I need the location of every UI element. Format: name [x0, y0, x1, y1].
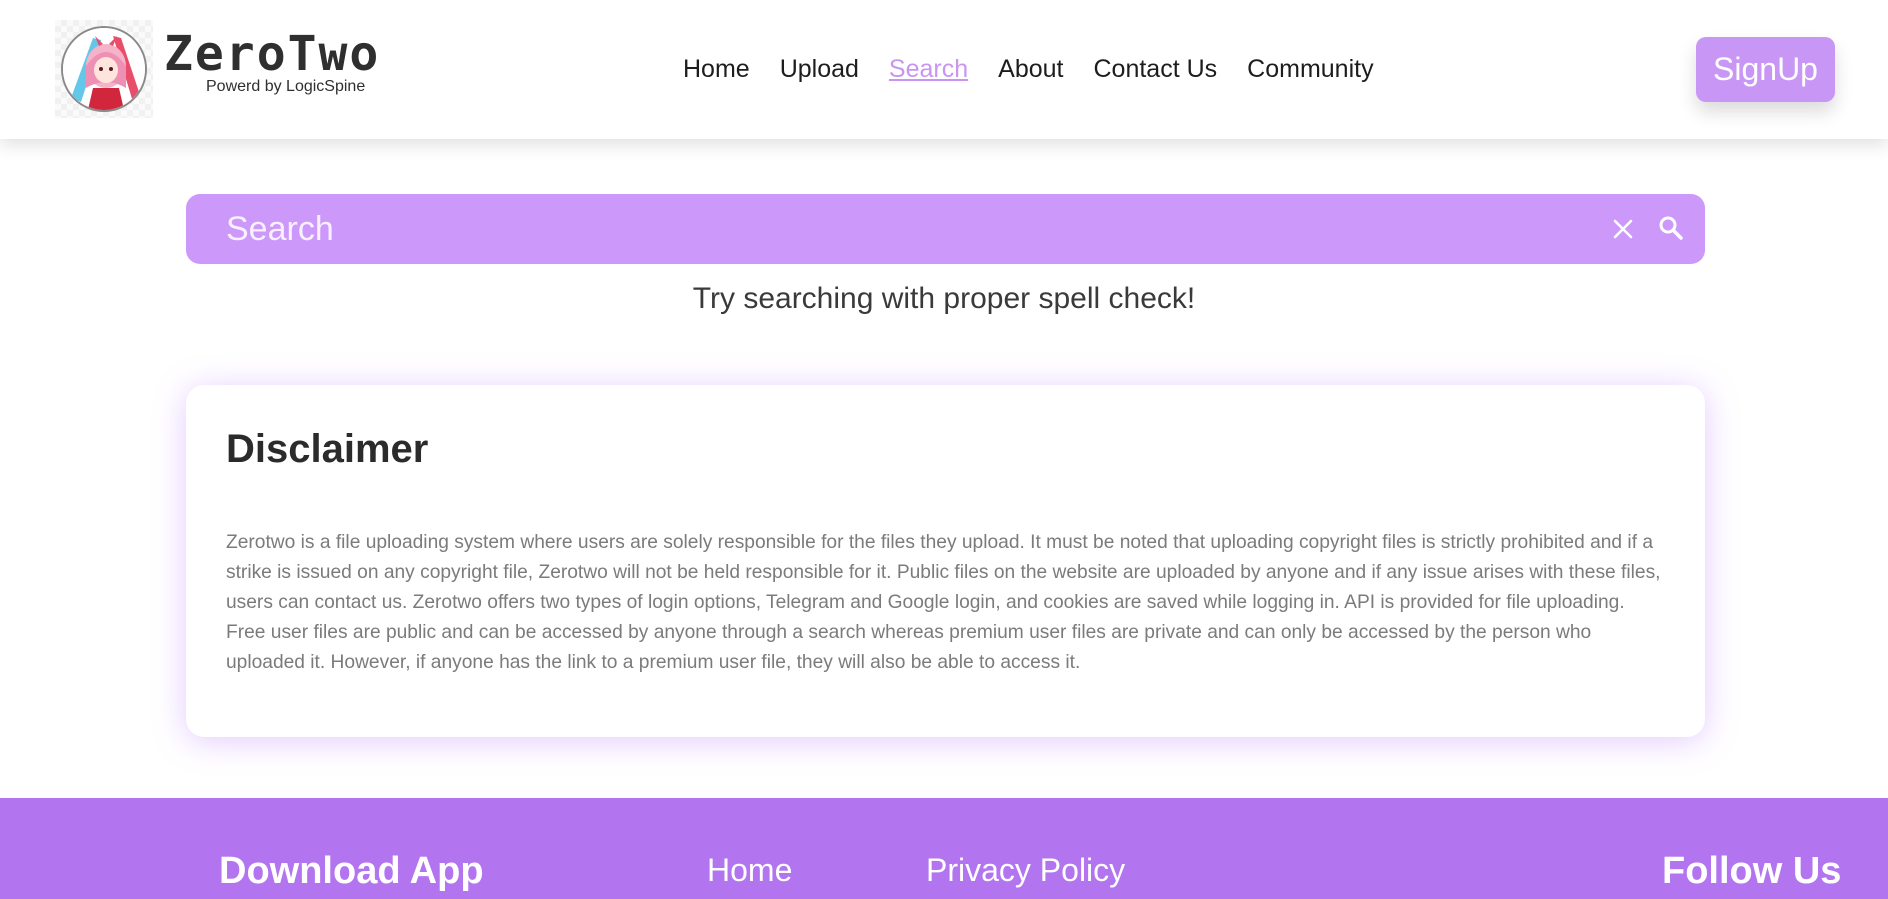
- nav-home[interactable]: Home: [683, 52, 750, 86]
- brand-logo[interactable]: [55, 20, 153, 118]
- search-icon[interactable]: [1654, 211, 1688, 245]
- disclaimer-card: Disclaimer Zerotwo is a file uploading s…: [186, 385, 1705, 737]
- footer-follow-title: Follow Us: [1662, 850, 1842, 892]
- search-bar: [186, 194, 1705, 264]
- footer-link-privacy-policy[interactable]: Privacy Policy: [926, 852, 1125, 889]
- footer-download-title: Download App: [219, 850, 484, 892]
- main-nav: Home Upload Search About Contact Us Comm…: [683, 52, 1404, 86]
- signup-button[interactable]: SignUp: [1696, 37, 1835, 102]
- nav-community[interactable]: Community: [1247, 52, 1373, 86]
- avatar-logo-icon: [61, 26, 147, 112]
- nav-about[interactable]: About: [998, 52, 1063, 86]
- nav-upload[interactable]: Upload: [780, 52, 859, 86]
- site-header: ZeroTwo Powerd by LogicSpine Home Upload…: [0, 0, 1888, 139]
- search-input[interactable]: [224, 204, 1554, 254]
- nav-search[interactable]: Search: [889, 52, 968, 86]
- brand-subtitle: Powerd by LogicSpine: [206, 78, 366, 95]
- brand-title: ZeroTwo: [164, 26, 381, 82]
- disclaimer-title: Disclaimer: [226, 427, 429, 471]
- footer-link-home[interactable]: Home: [707, 852, 792, 889]
- disclaimer-body: Zerotwo is a file uploading system where…: [226, 532, 1661, 673]
- site-footer: Download App Home Privacy Policy Follow …: [0, 798, 1888, 899]
- close-icon[interactable]: [1606, 212, 1640, 246]
- nav-contact-us[interactable]: Contact Us: [1093, 52, 1217, 86]
- search-hint: Try searching with proper spell check!: [692, 282, 1196, 315]
